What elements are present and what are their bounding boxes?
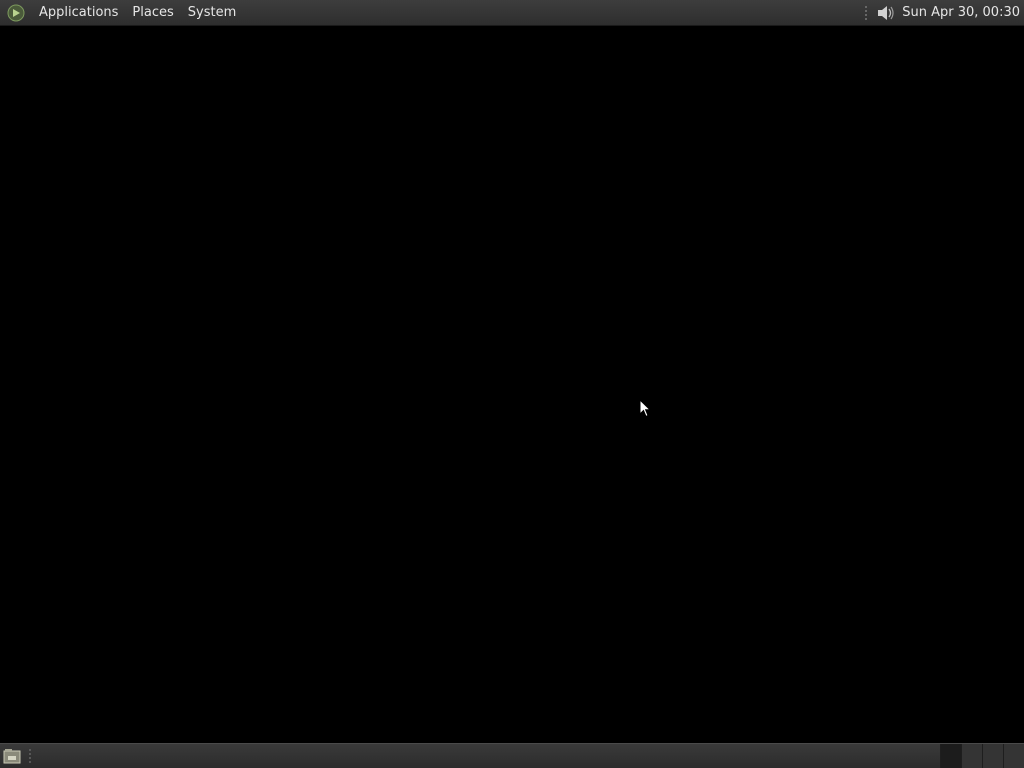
workspace-4[interactable] [1003, 744, 1024, 768]
show-desktop-icon[interactable] [2, 747, 22, 765]
bottom-panel [0, 743, 1024, 768]
workspace-2[interactable] [961, 744, 982, 768]
panel-handle[interactable] [28, 748, 32, 764]
applications-menu[interactable]: Applications [32, 0, 125, 26]
workspace-switcher [940, 744, 1024, 768]
workspace-1[interactable] [940, 744, 961, 768]
mouse-pointer-icon [639, 398, 653, 419]
places-menu[interactable]: Places [125, 0, 180, 26]
panel-handle[interactable] [864, 4, 869, 21]
workspace-3[interactable] [982, 744, 1003, 768]
mint-logo-icon[interactable] [6, 3, 26, 23]
top-panel: Applications Places System Sun Apr 30, 0… [0, 0, 1024, 26]
speaker-volume-icon[interactable] [874, 2, 896, 24]
clock[interactable]: Sun Apr 30, 00:30 [902, 5, 1024, 20]
desktop[interactable] [0, 26, 1024, 743]
system-menu[interactable]: System [181, 0, 243, 26]
